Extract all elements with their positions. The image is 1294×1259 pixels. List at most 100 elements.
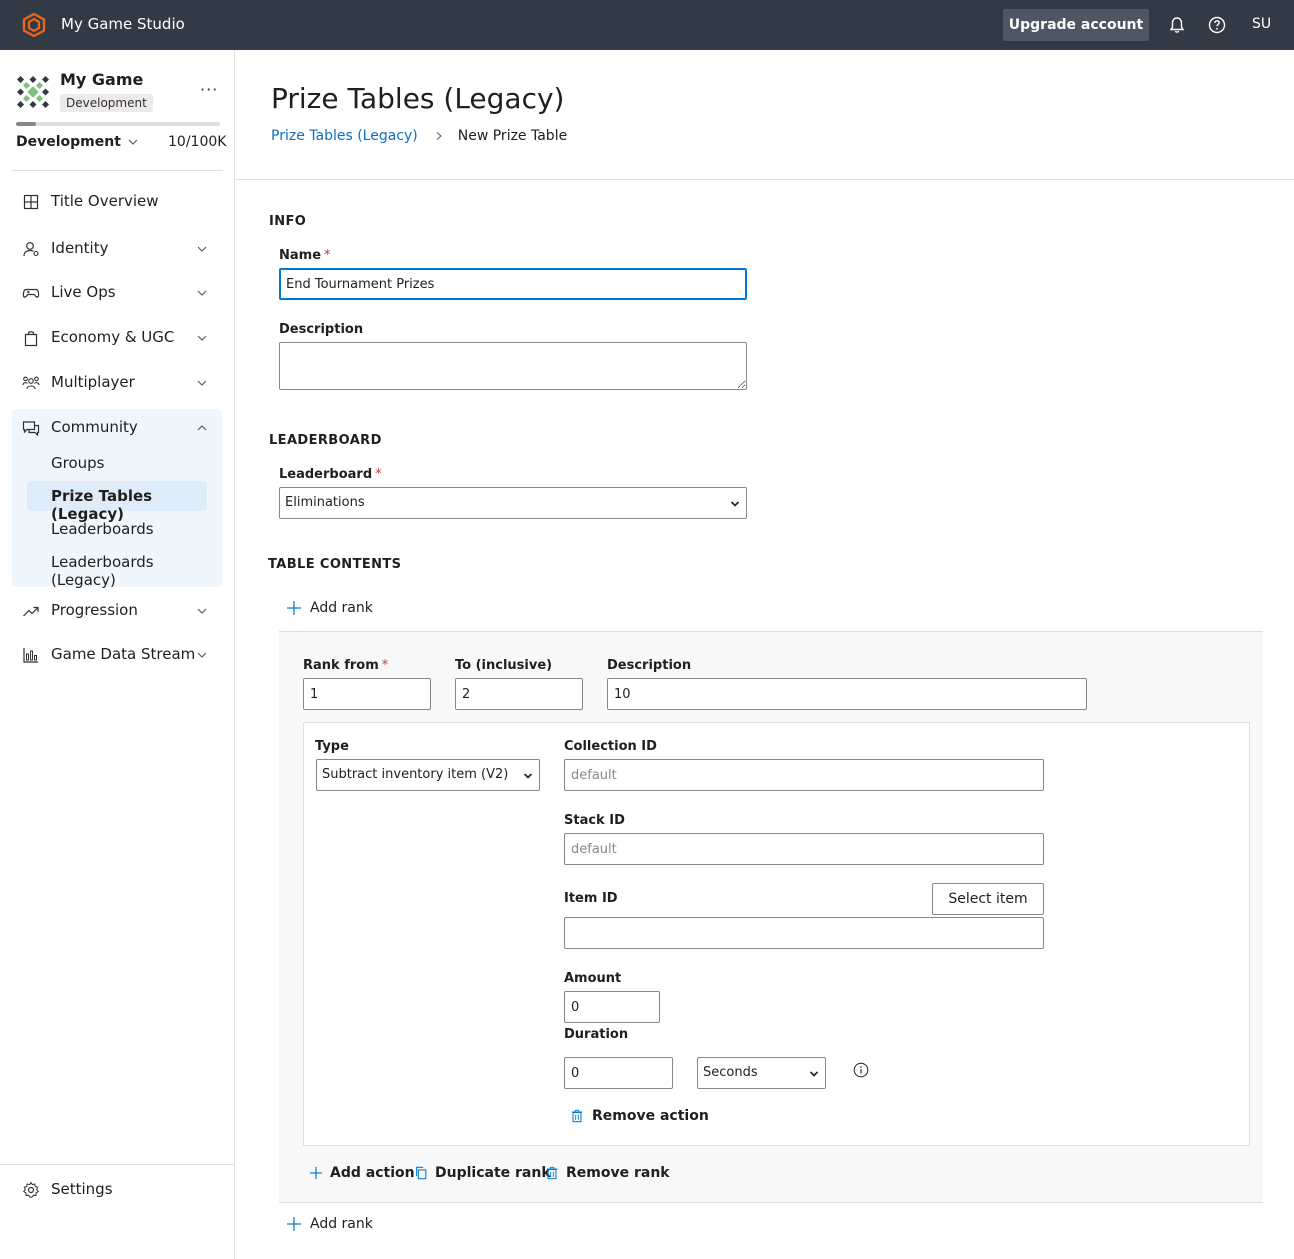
shopping-bag-icon <box>24 331 38 347</box>
usage-progress-fill <box>16 122 37 126</box>
leaderboard-select[interactable]: Eliminations <box>279 487 747 519</box>
remove-action-button[interactable]: Remove action <box>570 1108 709 1124</box>
chevron-down-icon <box>197 608 207 614</box>
chevron-down-icon <box>730 501 740 507</box>
chevron-down-icon <box>197 290 207 296</box>
sidebar-item-economy-ugc[interactable]: Economy & UGC <box>12 320 222 356</box>
app-title[interactable]: My Game Studio <box>61 15 185 33</box>
leaderboard-label: Leaderboard * <box>279 467 382 482</box>
sidebar-item-label: Progression <box>51 601 138 619</box>
amount-input[interactable] <box>564 991 660 1023</box>
rank-from-input[interactable] <box>303 678 431 710</box>
bell-icon[interactable] <box>1167 15 1187 35</box>
sidebar-item-identity[interactable]: Identity <box>12 231 222 267</box>
rank-to-input[interactable] <box>455 678 583 710</box>
game-name[interactable]: My Game <box>60 70 143 89</box>
sidebar-item-label: Economy & UGC <box>51 328 175 346</box>
chevron-down-icon <box>197 246 207 252</box>
chevron-down-icon <box>197 335 207 341</box>
chevron-down-icon <box>128 139 138 145</box>
table-contents-section-title: TABLE CONTENTS <box>268 557 402 572</box>
sidebar-subitem-prize-tables-legacy[interactable]: Prize Tables (Legacy) <box>27 481 207 523</box>
name-input[interactable] <box>279 268 747 300</box>
leaderboard-section-title: LEADERBOARD <box>269 433 382 448</box>
amount-label: Amount <box>564 971 622 986</box>
add-rank-label: Add rank <box>310 1216 373 1232</box>
sidebar-subitem-leaderboards[interactable]: Leaderboards <box>27 514 207 544</box>
chat-icon <box>22 421 40 437</box>
duration-input[interactable] <box>564 1057 673 1089</box>
plus-icon <box>287 1217 301 1231</box>
sidebar-subitem-groups[interactable]: Groups <box>27 448 207 478</box>
plus-icon <box>287 601 301 615</box>
people-icon <box>22 376 40 390</box>
identity-icon <box>23 242 39 257</box>
rank-to-label: To (inclusive) <box>455 658 553 673</box>
stack-id-label: Stack ID <box>564 813 625 828</box>
game-icon <box>16 75 50 109</box>
sidebar-item-game-data-stream[interactable]: Game Data Stream <box>12 637 222 673</box>
trending-icon <box>23 606 39 617</box>
sidebar-item-settings[interactable]: Settings <box>12 1172 222 1208</box>
sidebar-item-label: Community <box>51 418 138 436</box>
type-label: Type <box>315 739 349 754</box>
stack-id-input[interactable] <box>564 833 1044 865</box>
sidebar-item-label: Identity <box>51 239 109 257</box>
action-type-select[interactable]: Subtract inventory item (V2) <box>316 759 540 791</box>
chevron-down-icon <box>197 380 207 386</box>
select-item-button[interactable]: Select item <box>932 883 1044 915</box>
collection-id-label: Collection ID <box>564 739 657 754</box>
sidebar-subitem-label: Leaderboards <box>51 520 154 538</box>
remove-action-label: Remove action <box>592 1108 709 1124</box>
environment-selector-label: Development <box>16 134 121 150</box>
sidebar-item-label: Title Overview <box>51 192 159 210</box>
sidebar-item-label: Game Data Stream <box>51 645 196 663</box>
breadcrumb: Prize Tables (Legacy) New Prize Table <box>271 128 567 144</box>
breadcrumb-current: New Prize Table <box>457 128 568 144</box>
add-action-button[interactable]: Add action <box>309 1165 415 1181</box>
environment-selector[interactable]: Development <box>16 134 139 150</box>
collection-id-input[interactable] <box>564 759 1044 791</box>
sidebar-item-progression[interactable]: Progression <box>12 593 222 629</box>
chevron-right-icon <box>436 132 442 140</box>
sidebar-subitem-leaderboards-legacy[interactable]: Leaderboards (Legacy) <box>27 547 207 589</box>
more-options-icon[interactable]: ··· <box>200 80 218 99</box>
duration-label: Duration <box>564 1027 629 1042</box>
duplicate-rank-label: Duplicate rank <box>435 1165 551 1181</box>
sidebar-item-label: Multiplayer <box>51 373 135 391</box>
breadcrumb-link[interactable]: Prize Tables (Legacy) <box>271 128 418 144</box>
duplicate-rank-button[interactable]: Duplicate rank <box>414 1165 551 1181</box>
remove-rank-button[interactable]: Remove rank <box>545 1165 670 1181</box>
item-id-label: Item ID <box>564 891 618 906</box>
usage-count: 10/100K <box>168 134 227 150</box>
info-icon[interactable] <box>853 1062 869 1078</box>
chevron-down-icon <box>197 652 207 658</box>
sidebar-item-title-overview[interactable]: Title Overview <box>12 184 222 220</box>
top-bar: My Game Studio Upgrade account SU <box>0 0 1294 50</box>
help-icon[interactable] <box>1207 15 1227 35</box>
add-rank-button-bottom[interactable]: Add rank <box>286 1216 373 1232</box>
add-rank-label: Add rank <box>310 600 373 616</box>
add-rank-button[interactable]: Add rank <box>286 600 373 616</box>
environment-badge: Development <box>60 94 153 112</box>
description-textarea[interactable] <box>279 342 747 390</box>
sidebar-bottom-divider <box>0 1164 234 1165</box>
leaderboard-select-value: Eliminations <box>285 495 365 510</box>
item-id-input[interactable] <box>564 917 1044 949</box>
header-divider <box>235 179 1294 180</box>
usage-progress-bar <box>16 122 220 126</box>
rank-description-input[interactable] <box>607 678 1087 710</box>
sidebar-item-community[interactable]: Community <box>12 410 222 446</box>
duration-unit-select[interactable]: Seconds <box>697 1057 826 1089</box>
sidebar: My Game Development ··· Development 10/1… <box>0 50 235 1259</box>
studio-logo-icon[interactable] <box>22 13 46 37</box>
gear-icon <box>22 1181 40 1198</box>
user-avatar[interactable]: SU <box>1252 16 1271 32</box>
sidebar-item-label: Live Ops <box>51 283 116 301</box>
sidebar-item-multiplayer[interactable]: Multiplayer <box>12 365 222 401</box>
rank-from-label: Rank from * <box>303 658 389 673</box>
rank-description-label: Description <box>607 658 692 673</box>
trash-icon <box>571 1109 583 1123</box>
sidebar-item-live-ops[interactable]: Live Ops <box>12 275 222 311</box>
upgrade-account-button[interactable]: Upgrade account <box>1003 9 1149 41</box>
